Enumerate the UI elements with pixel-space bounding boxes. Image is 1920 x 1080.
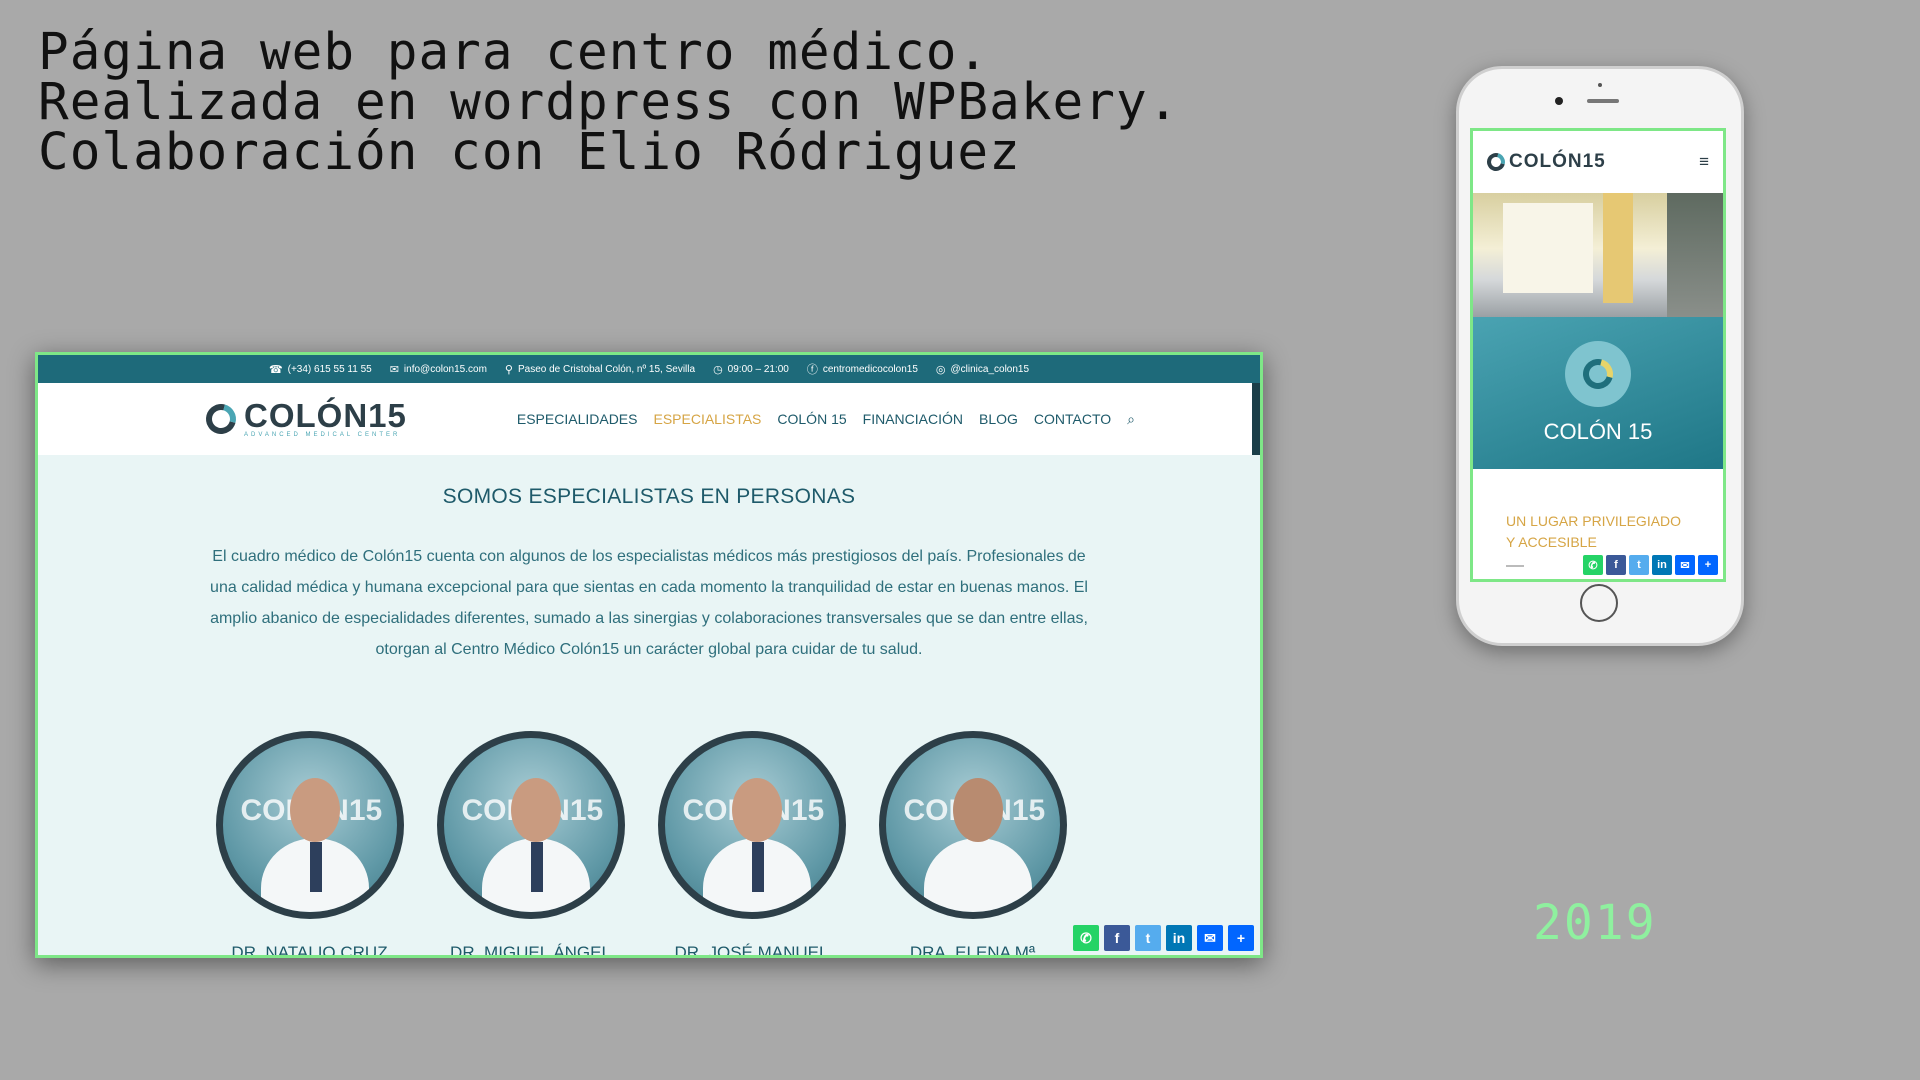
logo-mark-icon bbox=[200, 398, 242, 440]
location-pin-icon: ⚲ bbox=[504, 363, 513, 376]
menu-item-financiacion[interactable]: FINANCIACIÓN bbox=[863, 411, 963, 428]
clock-icon: ◷ bbox=[713, 363, 723, 376]
facebook-text: centromedicocolon15 bbox=[822, 363, 918, 375]
hamburger-menu-icon[interactable]: ≡ bbox=[1699, 152, 1709, 172]
whatsapp-icon[interactable]: ✆ bbox=[1073, 925, 1099, 951]
instagram-icon: ◎ bbox=[935, 363, 946, 376]
phone-mockup: COLÓN15 ≡ COLÓN 15 UN LUGAR PRIVILEGIADO… bbox=[1456, 66, 1744, 646]
menu-item-especialistas[interactable]: ESPECIALISTAS bbox=[653, 411, 761, 428]
portrait-head bbox=[731, 778, 782, 842]
topbar-hours: ◷ 09:00 – 21:00 bbox=[713, 363, 789, 376]
menu-item-colon15[interactable]: COLÓN 15 bbox=[777, 411, 846, 428]
phone-sensor bbox=[1598, 83, 1602, 87]
whatsapp-icon[interactable]: ✆ bbox=[1583, 555, 1603, 575]
photo-column bbox=[1603, 193, 1633, 303]
mobile-screenshot: COLÓN15 ≡ COLÓN 15 UN LUGAR PRIVILEGIADO… bbox=[1470, 128, 1726, 582]
menu-item-contacto[interactable]: CONTACTO bbox=[1034, 411, 1111, 428]
portrait-head bbox=[952, 778, 1003, 842]
portrait-tie bbox=[309, 842, 322, 892]
mail-icon: ✉ bbox=[389, 363, 399, 376]
facebook-icon[interactable]: f bbox=[1104, 925, 1130, 951]
portrait-head bbox=[289, 778, 340, 842]
mobile-hero: COLÓN 15 bbox=[1473, 317, 1723, 469]
photo-trees bbox=[1667, 193, 1723, 317]
linkedin-icon[interactable]: in bbox=[1652, 555, 1672, 575]
twitter-icon[interactable]: t bbox=[1135, 925, 1161, 951]
main-navbar: COLÓN15 ADVANCED MEDICAL CENTER ESPECIAL… bbox=[38, 383, 1260, 455]
phone-camera bbox=[1555, 97, 1563, 105]
site-logo[interactable]: COLÓN15 ADVANCED MEDICAL CENTER bbox=[200, 397, 407, 440]
doctor-portrait[interactable]: COLÓN15 bbox=[657, 731, 846, 919]
doctor-card[interactable]: COLÓN15 DRA. ELENA Mª bbox=[876, 731, 1069, 955]
home-button[interactable] bbox=[1580, 584, 1618, 622]
phone-text: (+34) 615 55 11 55 bbox=[287, 363, 372, 375]
search-icon[interactable]: ⌕ bbox=[1127, 411, 1135, 428]
share-bar: ✆ f t in ✉ + bbox=[1073, 925, 1254, 951]
doctor-name[interactable]: DRA. ELENA Mª bbox=[910, 943, 1035, 955]
year-label: 2019 bbox=[1533, 895, 1657, 951]
portrait-tie bbox=[530, 842, 543, 892]
building-photo bbox=[1473, 193, 1723, 317]
desktop-screenshot: ☎ (+34) 615 55 11 55 ✉ info@colon15.com ⚲ P… bbox=[35, 352, 1263, 958]
menu-item-blog[interactable]: BLOG bbox=[979, 411, 1018, 428]
instagram-text: @clinica_colon15 bbox=[950, 363, 1030, 375]
hours-text: 09:00 – 21:00 bbox=[727, 363, 789, 375]
address-text: Paseo de Cristobal Colón, nº 15, Sevilla bbox=[517, 363, 696, 375]
doctor-name[interactable]: DR. MIGUEL ÁNGEL bbox=[450, 943, 611, 955]
doctor-name[interactable]: DR. JOSÉ MANUEL bbox=[675, 943, 829, 955]
logo-mark-icon bbox=[1577, 353, 1619, 395]
doctor-card[interactable]: COLÓN15 DR. NATALIO CRUZ bbox=[213, 731, 406, 955]
doctor-portrait[interactable]: COLÓN15 bbox=[878, 731, 1067, 919]
phone-speaker bbox=[1587, 99, 1619, 103]
mobile-logo[interactable]: COLÓN15 bbox=[1483, 149, 1606, 175]
main-menu: ESPECIALIDADES ESPECIALISTAS COLÓN 15 FI… bbox=[517, 411, 1135, 428]
doctor-portrait[interactable]: COLÓN15 bbox=[215, 731, 404, 919]
portrait-coat bbox=[923, 838, 1032, 912]
caption-text: Página web para centro médico. Realizada… bbox=[38, 27, 1179, 178]
logo-name: COLÓN15 bbox=[244, 397, 407, 434]
doctor-name[interactable]: DR. NATALIO CRUZ bbox=[231, 943, 387, 955]
facebook-icon[interactable]: f bbox=[1606, 555, 1626, 575]
doctor-card[interactable]: COLÓN15 DR. JOSÉ MANUEL bbox=[655, 731, 848, 955]
topbar-facebook[interactable]: ⓕ centromedicocolon15 bbox=[807, 361, 918, 377]
email-icon[interactable]: ✉ bbox=[1675, 555, 1695, 575]
topbar-phone[interactable]: ☎ (+34) 615 55 11 55 bbox=[269, 363, 372, 376]
doctor-portrait[interactable]: COLÓN15 bbox=[436, 731, 625, 919]
portrait-head bbox=[510, 778, 561, 842]
doctors-grid: COLÓN15 DR. NATALIO CRUZ COLÓN15 DR. MIG… bbox=[213, 731, 1069, 955]
mobile-tagline: UN LUGAR PRIVILEGIADO Y ACCESIBLE bbox=[1506, 513, 1682, 550]
facebook-icon: ⓕ bbox=[806, 364, 818, 376]
hero-title: COLÓN 15 bbox=[1543, 419, 1653, 444]
portrait-tie bbox=[751, 842, 764, 892]
menu-item-especialidades[interactable]: ESPECIALIDADES bbox=[517, 411, 638, 428]
top-contact-bar: ☎ (+34) 615 55 11 55 ✉ info@colon15.com ⚲ P… bbox=[38, 355, 1260, 383]
mobile-share-bar: ✆ f t in ✉ + bbox=[1583, 555, 1718, 575]
doctor-card[interactable]: COLÓN15 DR. MIGUEL ÁNGEL bbox=[434, 731, 627, 955]
topbar-address: ⚲ Paseo de Cristobal Colón, nº 15, Sevill… bbox=[505, 363, 695, 376]
phone-icon: ☎ bbox=[268, 363, 283, 376]
section-title: SOMOS ESPECIALISTAS EN PERSONAS bbox=[442, 485, 856, 508]
mobile-header: COLÓN15 ≡ bbox=[1473, 131, 1723, 193]
share-plus-icon[interactable]: + bbox=[1228, 925, 1254, 951]
caption-line-3: Colaboración con Elio Ródriguez bbox=[38, 123, 1021, 182]
photo-facade bbox=[1503, 203, 1593, 293]
share-plus-icon[interactable]: + bbox=[1698, 555, 1718, 575]
logo-subtitle: ADVANCED MEDICAL CENTER bbox=[244, 432, 401, 438]
section-description: El cuadro médico de Colón15 cuenta con a… bbox=[210, 548, 1088, 658]
topbar-instagram[interactable]: ◎ @clinica_colon15 bbox=[936, 363, 1029, 376]
email-icon[interactable]: ✉ bbox=[1197, 925, 1223, 951]
topbar-email[interactable]: ✉ info@colon15.com bbox=[390, 363, 487, 376]
twitter-icon[interactable]: t bbox=[1629, 555, 1649, 575]
divider bbox=[1506, 565, 1524, 567]
email-text: info@colon15.com bbox=[403, 363, 487, 375]
logo-mark-icon bbox=[1483, 149, 1509, 175]
hero-logo-circle bbox=[1565, 341, 1631, 407]
mobile-logo-name: COLÓN15 bbox=[1509, 151, 1606, 172]
linkedin-icon[interactable]: in bbox=[1166, 925, 1192, 951]
